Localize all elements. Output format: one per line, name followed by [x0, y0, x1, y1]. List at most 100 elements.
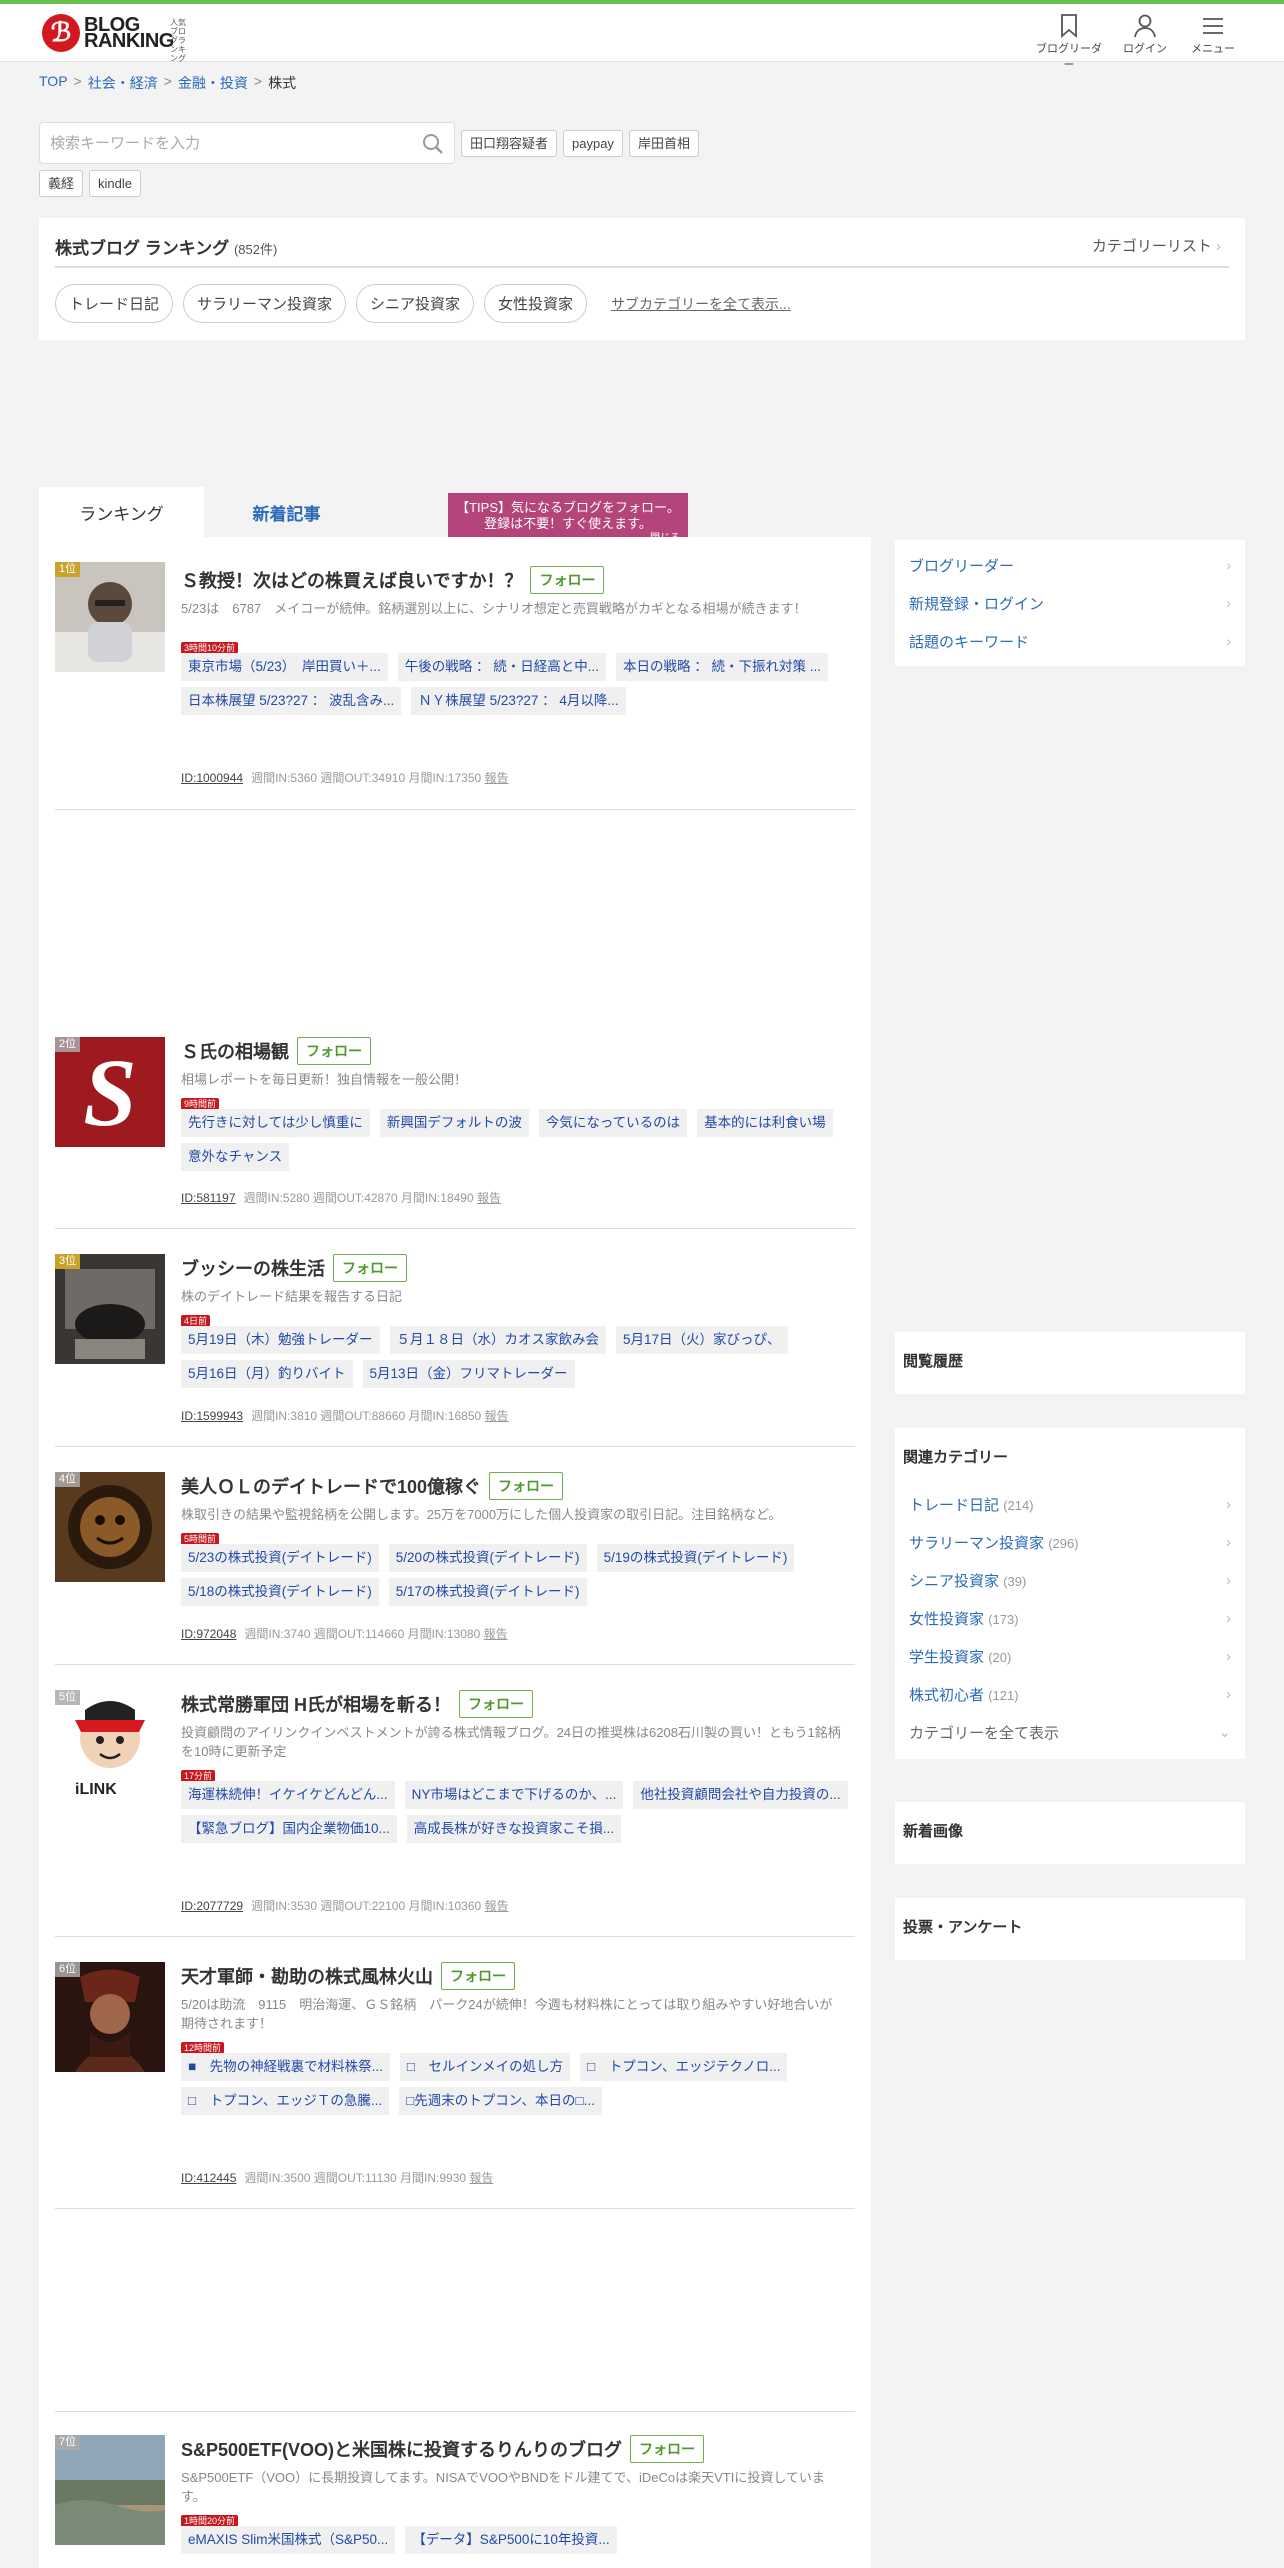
keyword-chip[interactable]: 義経 — [39, 170, 84, 197]
article-link[interactable]: 本日の戦略 ： 続・下振れ対策 ... — [616, 653, 829, 681]
article-link[interactable]: ■ 先物の神経戦裏で材料株祭... — [181, 2053, 390, 2081]
article-link[interactable]: 【データ】S&P500に10年投資... — [405, 2526, 617, 2554]
rank-badge: 7位 — [55, 2435, 81, 2450]
blog-thumbnail[interactable]: 3位 — [55, 1254, 165, 1364]
article-link[interactable]: 5月16日（月）釣りバイト — [181, 1360, 353, 1388]
search-icon[interactable] — [422, 133, 444, 155]
report-link[interactable]: 報告 — [485, 1409, 509, 1423]
article-link[interactable]: 5/19の株式投資(デイトレード) — [596, 1544, 795, 1572]
breadcrumb-top[interactable]: TOP — [39, 73, 68, 93]
keyword-chip[interactable]: kindle — [89, 170, 141, 197]
related-category-item[interactable]: 女性投資家 (173) › — [895, 1599, 1245, 1637]
subcategory-pill[interactable]: シニア投資家 — [356, 284, 475, 323]
report-link[interactable]: 報告 — [485, 771, 509, 785]
article-link[interactable]: 海運株続伸！イケイケどんどん... — [181, 1781, 395, 1809]
keyword-chip[interactable]: 岸田首相 — [628, 129, 699, 157]
site-logo[interactable]: ℬ BLOG RANKING 人気ブログランキング — [42, 14, 186, 63]
blog-title-link[interactable]: 天才軍師・勘助の株式風林火山 — [181, 1963, 433, 1989]
keyword-chip[interactable]: paypay — [563, 129, 623, 157]
article-link[interactable]: 5/17の株式投資(デイトレード) — [388, 1578, 587, 1606]
sidebar-link-trending-keywords[interactable]: 話題のキーワード › — [895, 622, 1245, 660]
blog-title-link[interactable]: 株式常勝軍団 H氏が相場を斬る！ — [181, 1691, 451, 1717]
breadcrumb-finance-investment[interactable]: 金融・投資 — [178, 73, 248, 93]
article-link[interactable]: 5/23の株式投資(デイトレード) — [181, 1544, 379, 1572]
article-link[interactable]: □先週末のトプコン、本日の□... — [399, 2087, 602, 2115]
article-link[interactable]: 他社投資顧問会社や自力投資の... — [633, 1781, 848, 1809]
article-link[interactable]: 基本的には利食い場 — [697, 1109, 833, 1137]
blog-title-link[interactable]: Ｓ氏の相場観 — [181, 1038, 289, 1064]
article-link[interactable]: 先行きに対しては少し慎重に — [181, 1109, 370, 1137]
show-all-subcategories-link[interactable]: サブカテゴリーを全て表示... — [611, 294, 791, 314]
subcategory-pill[interactable]: トレード日記 — [55, 284, 174, 323]
report-link[interactable]: 報告 — [469, 2171, 493, 2185]
breadcrumb-society-economy[interactable]: 社会・経済 — [88, 73, 158, 93]
report-link[interactable]: 報告 — [484, 1627, 508, 1641]
article-link[interactable]: 高成長株が好きな投資家こそ損... — [406, 1815, 622, 1843]
blog-title-link[interactable]: S&P500ETF(VOO)と米国株に投資するりんりのブログ — [181, 2436, 622, 2462]
login-button[interactable]: ログイン — [1110, 12, 1180, 56]
article-link[interactable]: 5/20の株式投資(デイトレード) — [388, 1544, 587, 1572]
related-category-item[interactable]: シニア投資家 (39) › — [895, 1561, 1245, 1599]
report-link[interactable]: 報告 — [485, 1899, 509, 1913]
related-category-item[interactable]: 学生投資家 (20) › — [895, 1637, 1245, 1675]
article-link[interactable]: 意外なチャンス — [181, 1143, 290, 1171]
category-list-link[interactable]: カテゴリーリスト › — [1092, 235, 1221, 256]
related-category-item[interactable]: 株式初心者 (121) › — [895, 1675, 1245, 1713]
blog-thumbnail[interactable]: iLINK 5位 — [55, 1690, 165, 1800]
article-link[interactable]: eMAXIS Slim米国株式（S&P50... — [181, 2526, 396, 2554]
menu-button[interactable]: メニュー — [1178, 12, 1248, 56]
sidebar-link-blog-reader[interactable]: ブログリーダー › — [895, 546, 1245, 584]
article-link[interactable]: ＮＹ株展望 5/23?27 ： 4月以降... — [411, 687, 626, 715]
tab-new-articles[interactable]: 新着記事 — [204, 487, 369, 537]
article-link[interactable]: 5月17日（火）家びっぴ、 — [616, 1326, 788, 1354]
follow-button[interactable]: フォロー — [333, 1254, 407, 1282]
blog-id-link[interactable]: ID:1599943 — [181, 1409, 243, 1423]
keyword-chip[interactable]: 田口翔容疑者 — [461, 129, 558, 157]
subcategory-pill[interactable]: サラリーマン投資家 — [183, 284, 347, 323]
article-link[interactable]: ５月１８日（水）カオス家飲み会 — [389, 1326, 607, 1354]
blog-title-link[interactable]: 美人ＯＬのデイトレードで100億稼ぐ — [181, 1473, 481, 1499]
article-link[interactable]: □ セルインメイの処し方 — [399, 2053, 571, 2081]
article-link[interactable]: 5/18の株式投資(デイトレード) — [181, 1578, 379, 1606]
follow-button[interactable]: フォロー — [459, 1690, 533, 1718]
report-link[interactable]: 報告 — [477, 1191, 501, 1205]
related-category-item[interactable]: サラリーマン投資家 (296) › — [895, 1523, 1245, 1561]
blog-id-link[interactable]: ID:2077729 — [181, 1899, 243, 1913]
search-input[interactable] — [40, 123, 400, 163]
show-all-categories-button[interactable]: カテゴリーを全て表示 ⌄ — [895, 1713, 1245, 1751]
article-link[interactable]: □ トプコン、エッジテクノロ... — [580, 2053, 788, 2081]
sidebar-link-register-login[interactable]: 新規登録・ログイン › — [895, 584, 1245, 622]
article-link[interactable]: 日本株展望 5/23?27 ： 波乱含み... — [181, 687, 402, 715]
blog-title-link[interactable]: Ｓ教授！次はどの株買えば良いですか！？ — [181, 567, 522, 593]
blog-thumbnail[interactable]: S 2位 — [55, 1037, 165, 1147]
article-link[interactable]: 5月19日（木）勉強トレーダー — [181, 1326, 380, 1354]
subcategory-pill[interactable]: 女性投資家 — [484, 284, 588, 323]
blog-thumbnail[interactable]: 7位 — [55, 2435, 165, 2545]
article-link[interactable]: □ トプコン、エッジＴの急騰... — [181, 2087, 390, 2115]
article-link[interactable]: 東京市場（5/23） 岸田買い＋... — [181, 653, 388, 681]
follow-button[interactable]: フォロー — [441, 1962, 515, 1990]
tab-ranking[interactable]: ランキング — [39, 487, 204, 537]
blog-title-link[interactable]: ブッシーの株生活 — [181, 1255, 325, 1281]
rank-badge: 2位 — [55, 1037, 81, 1052]
article-link[interactable]: 午後の戦略 ： 続・日経高と中... — [397, 653, 607, 681]
blog-thumbnail[interactable]: 1位 — [55, 562, 165, 672]
follow-button[interactable]: フォロー — [489, 1472, 564, 1500]
article-link[interactable]: 5月13日（金）フリマトレーダー — [362, 1360, 575, 1388]
article-link[interactable]: 新興国デフォルトの波 — [379, 1109, 529, 1137]
blog-id-link[interactable]: ID:412445 — [181, 2171, 236, 2185]
follow-button[interactable]: フォロー — [630, 2435, 705, 2463]
blog-id-link[interactable]: ID:581197 — [181, 1191, 236, 1205]
blog-id-link[interactable]: ID:1000944 — [181, 771, 243, 785]
related-category-item[interactable]: トレード日記 (214) › — [895, 1485, 1245, 1523]
blog-thumbnail[interactable]: 4位 — [55, 1472, 165, 1582]
blog-thumbnail[interactable]: 6位 — [55, 1962, 165, 2072]
blog-reader-button[interactable]: ブログリーダー — [1034, 12, 1104, 72]
blog-id-link[interactable]: ID:972048 — [181, 1627, 236, 1641]
follow-button[interactable]: フォロー — [297, 1037, 371, 1065]
article-link[interactable]: 今気になっているのは — [538, 1109, 688, 1137]
article-link[interactable]: NY市場はどこまで下げるのか、... — [404, 1781, 624, 1809]
article-link[interactable]: 【緊急ブログ】国内企業物価10... — [181, 1815, 397, 1843]
follow-button[interactable]: フォロー — [530, 566, 605, 594]
sidebar-links: ブログリーダー › 新規登録・ログイン › 話題のキーワード › — [895, 540, 1245, 666]
